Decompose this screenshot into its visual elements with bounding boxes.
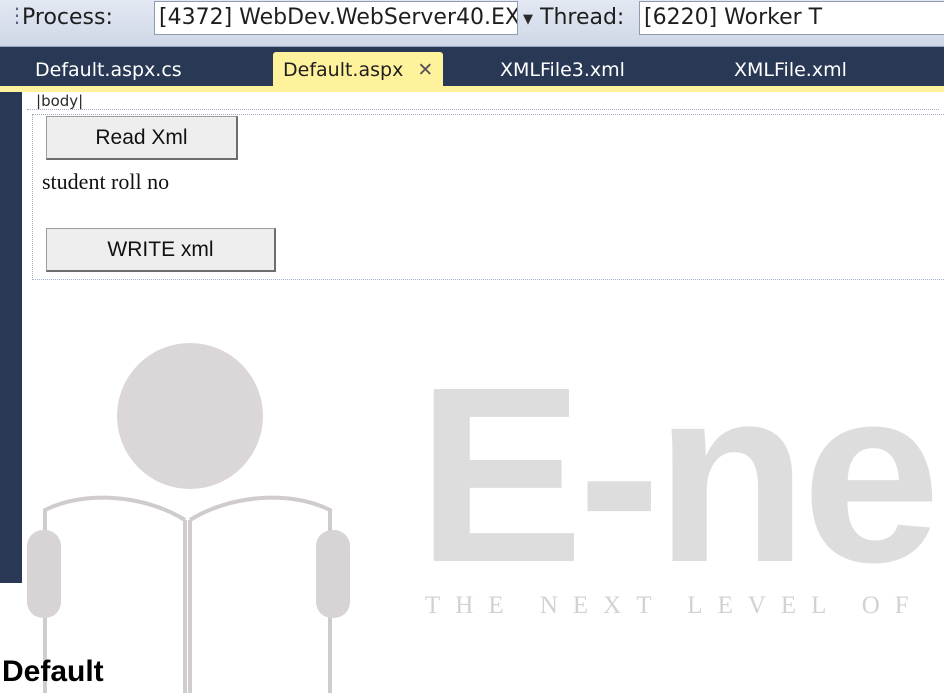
write-xml-button[interactable]: WRITE xml <box>46 228 276 272</box>
process-value: [4372] WebDev.WebServer40.EXE <box>159 5 518 30</box>
tab-label: XMLFile3.xml <box>500 59 625 81</box>
tab-default-aspx-cs[interactable]: Default.aspx.cs <box>35 52 182 88</box>
watermark-brand-text: E-ne <box>417 335 941 614</box>
chevron-down-icon[interactable]: ▼ <box>523 12 533 27</box>
watermark-tagline: THE NEXT LEVEL OF <box>425 592 924 619</box>
tab-label: Default.aspx <box>283 59 404 81</box>
thread-dropdown[interactable]: [6220] Worker T <box>639 1 944 35</box>
watermark-reader-head <box>117 343 263 489</box>
body-tag-text: body <box>41 92 79 110</box>
tab-default-aspx[interactable]: Default.aspx ✕ <box>273 52 444 88</box>
thread-value: [6220] Worker T <box>644 5 823 30</box>
tab-xmlfile-xml[interactable]: XMLFile.xml <box>734 52 847 88</box>
page-heading: Default <box>2 655 104 688</box>
close-icon[interactable]: ✕ <box>417 59 433 81</box>
thread-label: Thread: <box>540 5 625 30</box>
process-label: Process: <box>22 5 113 30</box>
tab-label: Default.aspx.cs <box>35 59 182 81</box>
student-roll-no-label: student roll no <box>42 169 170 194</box>
tab-label: XMLFile.xml <box>734 59 847 81</box>
body-tag-label[interactable]: |body| <box>36 92 83 110</box>
document-tab-strip: Default.aspx.cs Default.aspx ✕ XMLFile3.x… <box>0 48 944 88</box>
read-xml-button[interactable]: Read Xml <box>46 116 238 160</box>
process-dropdown[interactable]: [4372] WebDev.WebServer40.EXE <box>154 1 518 35</box>
debug-location-toolbar: ⋮ Process: [4372] WebDev.WebServer40.EXE… <box>0 0 944 47</box>
tab-xmlfile3-xml[interactable]: XMLFile3.xml <box>500 52 625 88</box>
